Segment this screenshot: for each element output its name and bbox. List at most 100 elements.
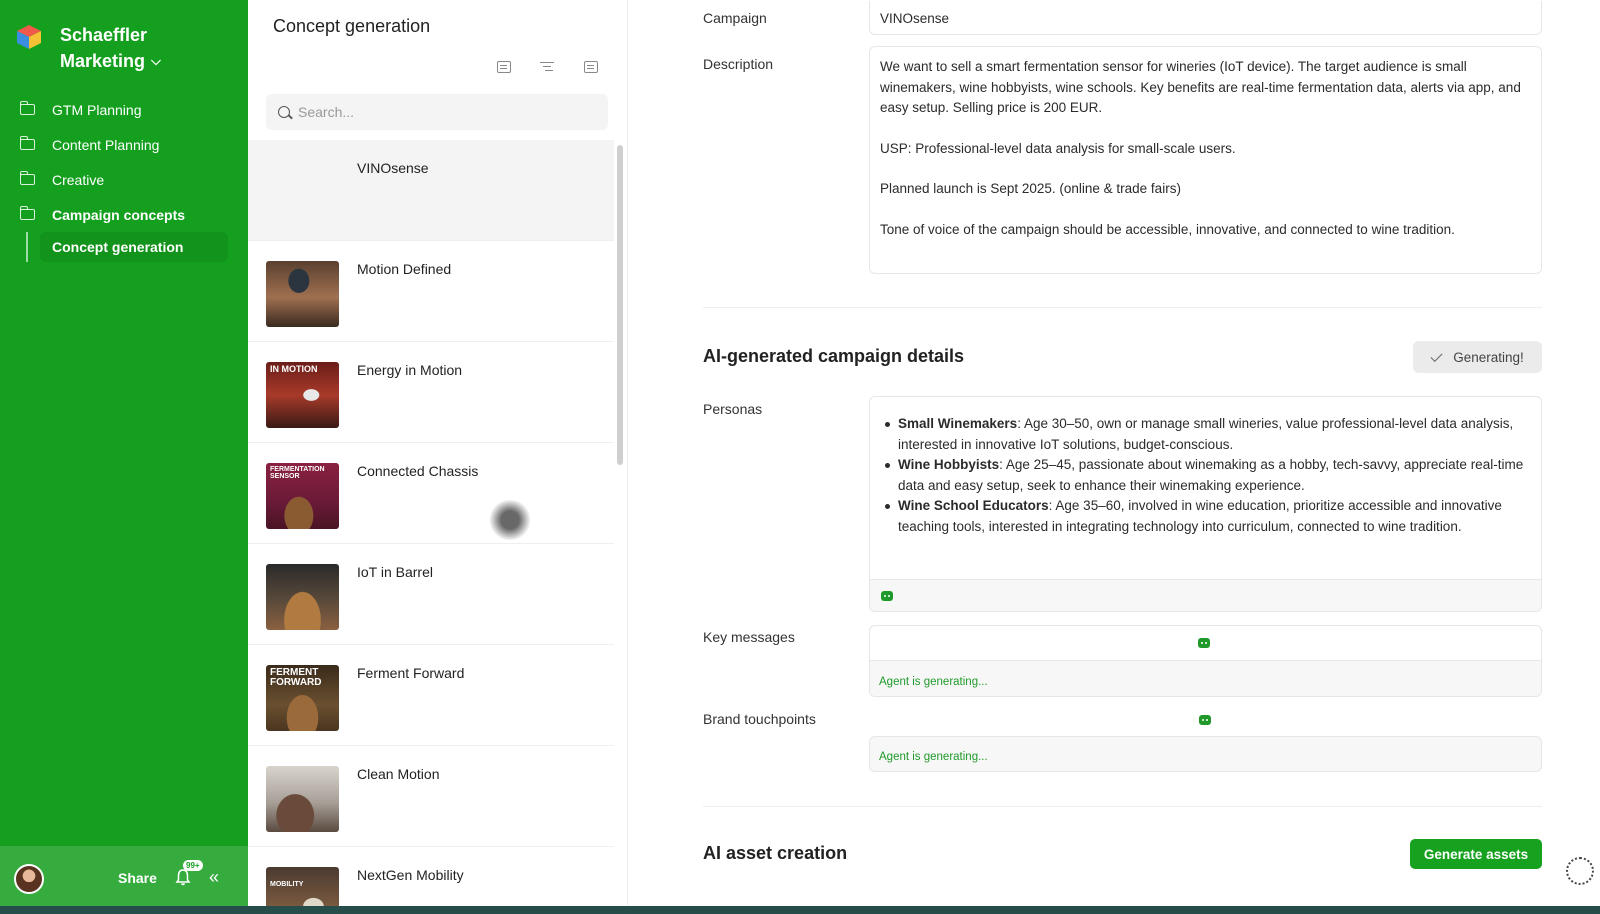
collapse-sidebar-icon[interactable]: «: [209, 867, 219, 888]
agent-icon: [1198, 638, 1210, 648]
share-button[interactable]: Share: [118, 870, 157, 886]
list-item[interactable]: FERMENTATION SENSOR Connected Chassis: [248, 443, 614, 544]
generating-button[interactable]: Generating!: [1413, 341, 1542, 373]
sidebar-item-label: Content Planning: [52, 136, 160, 153]
section-divider: [703, 806, 1542, 807]
key-messages-field[interactable]: Agent is generating...: [869, 625, 1542, 697]
list-item[interactable]: FERMENT FORWARD Ferment Forward: [248, 645, 614, 746]
sidebar-item-gtm-planning[interactable]: GTM Planning: [0, 92, 248, 127]
search-box: [266, 94, 608, 130]
list-item-label: NextGen Mobility: [357, 867, 464, 883]
list-item[interactable]: Motion Defined: [248, 241, 614, 342]
notification-badge: 99+: [183, 860, 203, 871]
persona-name: Wine School Educators: [898, 498, 1049, 513]
list-item-label: Ferment Forward: [357, 665, 465, 681]
sidebar-item-label: Campaign concepts: [52, 206, 186, 223]
concept-thumbnail: FERMENT FORWARD: [266, 665, 339, 731]
sidebar-nav: GTM Planning Content Planning Creative C…: [0, 92, 248, 266]
list-item[interactable]: Clean Motion: [248, 746, 614, 847]
folder-icon: [19, 101, 35, 115]
description-paragraph: We want to sell a smart fermentation sen…: [880, 59, 1521, 115]
list-view-icon[interactable]: [497, 61, 511, 73]
sidebar: Schaeffler Marketing ⌵ GTM Planning Conte…: [0, 0, 248, 914]
list-item[interactable]: IoT in Barrel: [248, 544, 614, 645]
description-paragraph: Tone of voice of the campaign should be …: [880, 221, 1455, 237]
mouse-cursor-icon: [488, 500, 532, 540]
list-scrollbar[interactable]: [617, 145, 623, 465]
concept-thumbnail: [266, 261, 339, 327]
list-item-label: Energy in Motion: [357, 362, 463, 378]
key-messages-label: Key messages: [703, 629, 795, 645]
list-item-label: Connected Chassis: [357, 463, 479, 479]
thumbnail-text: IN MOTION: [270, 364, 318, 374]
persona-list: Small Winemakers: Age 30–50, own or mana…: [882, 414, 1529, 537]
sidebar-item-campaign-concepts[interactable]: Campaign concepts: [0, 197, 248, 232]
key-messages-footer: Agent is generating...: [870, 660, 1541, 696]
concept-thumbnail: FERMENTATION SENSOR: [266, 463, 339, 529]
search-icon: [278, 106, 290, 118]
thumbnail-text: FERMENTATION SENSOR: [270, 466, 325, 480]
generate-assets-button[interactable]: Generate assets: [1410, 839, 1542, 869]
thumbnail-text: FERMENT FORWARD: [270, 667, 322, 688]
brand-touchpoints-label: Brand touchpoints: [703, 711, 816, 727]
concept-thumbnail: [266, 766, 339, 832]
list-item-label: VINOsense: [357, 160, 429, 176]
workspace-name: Schaeffler Marketing ⌵: [60, 22, 161, 74]
persona-name: Wine Hobbyists: [898, 457, 1000, 472]
sidebar-item-label: Creative: [52, 171, 105, 188]
agent-status-text: Agent is generating...: [879, 751, 988, 763]
generating-button-label: Generating!: [1453, 349, 1524, 365]
section-divider: [703, 307, 1542, 308]
agent-icon: [1199, 715, 1211, 725]
campaign-label: Campaign: [703, 10, 767, 26]
persona-item: Wine School Educators: Age 35–60, involv…: [882, 496, 1529, 537]
agent-status-text: Agent is generating...: [879, 676, 988, 688]
description-paragraph: Planned launch is Sept 2025. (online & t…: [880, 181, 1181, 196]
chevron-down-icon: ⌵: [151, 53, 161, 68]
folder-icon: [19, 171, 35, 185]
ai-section-title: AI-generated campaign details: [703, 346, 965, 366]
concept-thumbnail: [266, 564, 339, 630]
personas-field[interactable]: Small Winemakers: Age 30–50, own or mana…: [869, 396, 1542, 612]
loading-spinner-icon: [1566, 857, 1594, 885]
subnav-line: [26, 232, 28, 262]
concept-thumbnail: IN MOTION: [266, 362, 339, 428]
description-paragraph: USP: Professional-level data analysis fo…: [880, 140, 1236, 156]
persona-name: Small Winemakers: [898, 416, 1018, 431]
workspace-name-line2: Marketing: [60, 51, 146, 71]
list-item[interactable]: MOBILITY NextGen Mobility: [248, 847, 614, 914]
avatar[interactable]: [14, 864, 44, 894]
brand-touchpoints-field[interactable]: Agent is generating...: [869, 736, 1542, 772]
asset-section-title: AI asset creation: [703, 843, 848, 863]
sidebar-item-creative[interactable]: Creative: [0, 162, 248, 197]
list-item-label: IoT in Barrel: [357, 564, 433, 580]
sidebar-footer: Share 99+ «: [0, 846, 248, 914]
list-item[interactable]: VINOsense: [248, 140, 614, 241]
list-item-label: Clean Motion: [357, 766, 440, 782]
concept-list: VINOsense Motion Defined IN MOTION Energ…: [248, 140, 614, 914]
personas-label: Personas: [703, 401, 763, 417]
description-field[interactable]: We want to sell a smart fermentation sen…: [869, 46, 1542, 274]
workspace-name-line1: Schaeffler: [60, 25, 148, 45]
sidebar-subnav: Concept generation: [0, 232, 248, 266]
personas-footer: [870, 579, 1541, 611]
filter-icon[interactable]: [540, 61, 554, 73]
app-logo-icon: [17, 25, 41, 49]
list-item[interactable]: IN MOTION Energy in Motion: [248, 342, 614, 443]
list-item-label: Motion Defined: [357, 261, 452, 277]
agent-icon: [881, 591, 893, 601]
workspace-switcher[interactable]: Schaeffler Marketing ⌵: [16, 22, 161, 74]
description-label: Description: [703, 56, 774, 72]
taskbar: [0, 906, 1600, 914]
sidebar-item-content-planning[interactable]: Content Planning: [0, 127, 248, 162]
concept-list-panel: Concept generation VINOsense Motion Defi…: [248, 0, 628, 914]
campaign-field[interactable]: VINOsense: [869, 1, 1542, 35]
persona-item: Wine Hobbyists: Age 25–45, passionate ab…: [882, 455, 1529, 496]
persona-item: Small Winemakers: Age 30–50, own or mana…: [882, 414, 1529, 455]
sidebar-item-concept-generation[interactable]: Concept generation: [40, 232, 228, 262]
panel-title: Concept generation: [273, 16, 431, 36]
thumbnail-text: MOBILITY: [270, 881, 304, 888]
search-input[interactable]: [298, 104, 578, 120]
check-icon: [1430, 349, 1443, 362]
layout-icon[interactable]: [584, 61, 598, 73]
